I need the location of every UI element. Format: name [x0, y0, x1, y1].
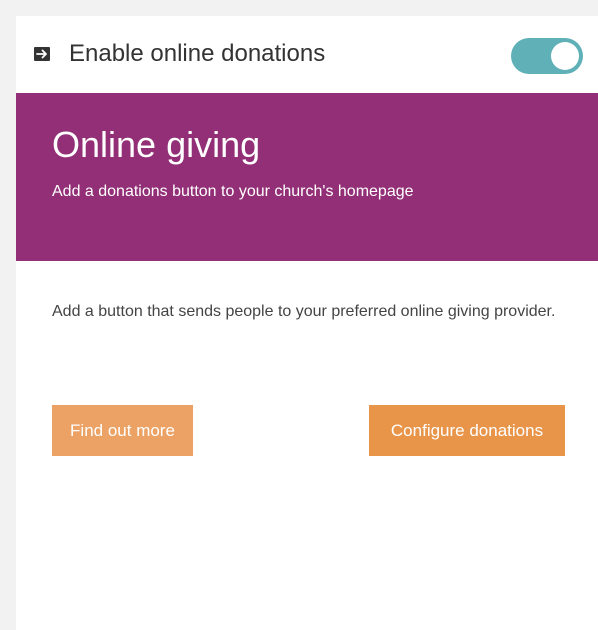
find-out-more-button[interactable]: Find out more	[52, 405, 193, 456]
online-giving-banner: Online giving Add a donations button to …	[16, 93, 598, 261]
enable-donations-row: Enable online donations	[16, 16, 598, 93]
banner-subtitle: Add a donations button to your church's …	[52, 183, 414, 200]
banner-title: Online giving	[52, 124, 261, 165]
toggle-knob	[551, 42, 579, 70]
enable-donations-toggle[interactable]	[511, 38, 583, 74]
arrow-right-icon	[34, 47, 50, 61]
donations-card: Enable online donations Online giving Ad…	[16, 16, 598, 630]
description-text: Add a button that sends people to your p…	[52, 303, 556, 320]
enable-donations-label: Enable online donations	[69, 40, 326, 67]
configure-donations-button[interactable]: Configure donations	[369, 405, 565, 456]
